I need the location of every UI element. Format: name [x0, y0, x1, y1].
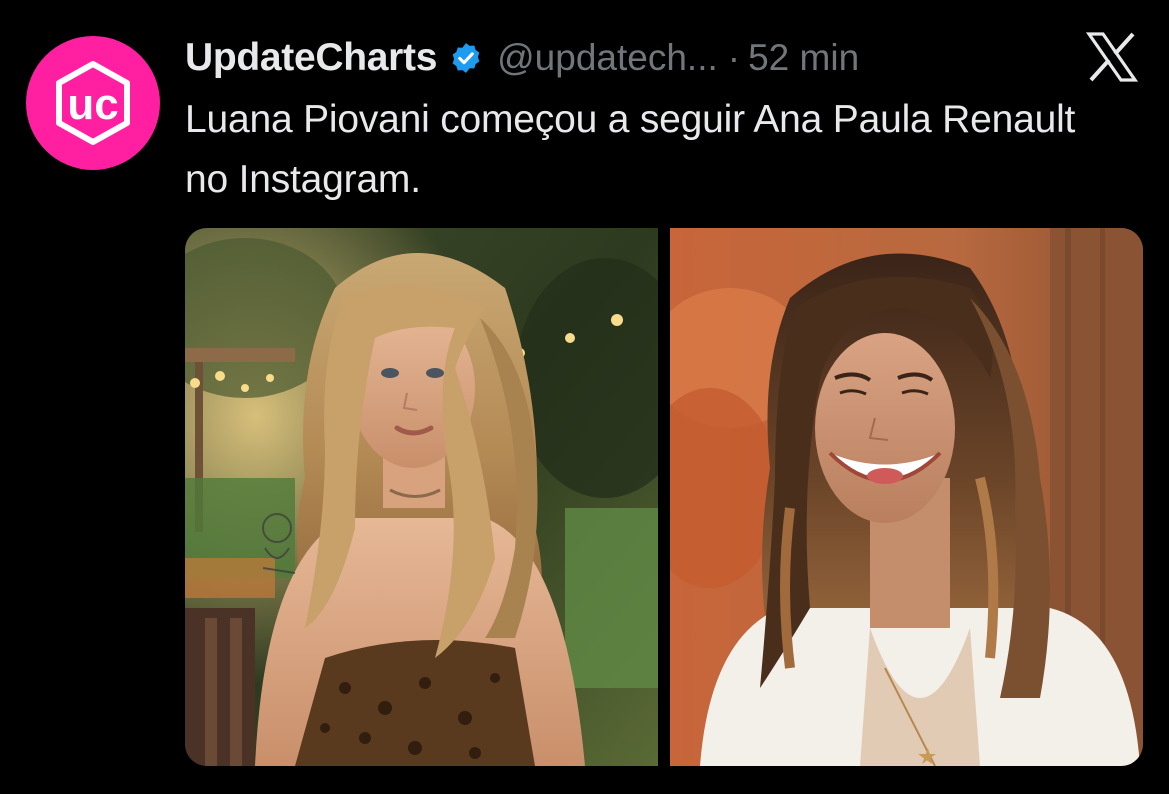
separator-dot: ·	[727, 37, 741, 78]
author-display-name[interactable]: UpdateCharts	[185, 36, 437, 80]
tweet-text: Luana Piovani começou a seguir Ana Paula…	[185, 98, 1076, 201]
avatar-letters: uc	[67, 80, 118, 129]
tweet-timestamp[interactable]: 52 min	[748, 37, 859, 79]
photo-ana-paula-renault[interactable]	[670, 228, 1143, 766]
avatar[interactable]: uc	[26, 36, 160, 170]
x-logo-icon[interactable]	[1085, 32, 1139, 82]
tweet-media	[185, 228, 1143, 766]
tweet-card[interactable]: uc UpdateCharts @updatech... · 52 min Lu…	[0, 0, 1169, 794]
tweet-header: UpdateCharts @updatech... · 52 min	[185, 30, 859, 86]
updatecharts-logo-icon: uc	[26, 36, 160, 170]
verified-badge-icon	[449, 41, 483, 75]
photo-luana-piovani[interactable]	[185, 228, 658, 766]
author-handle[interactable]: @updatech...	[497, 37, 718, 79]
